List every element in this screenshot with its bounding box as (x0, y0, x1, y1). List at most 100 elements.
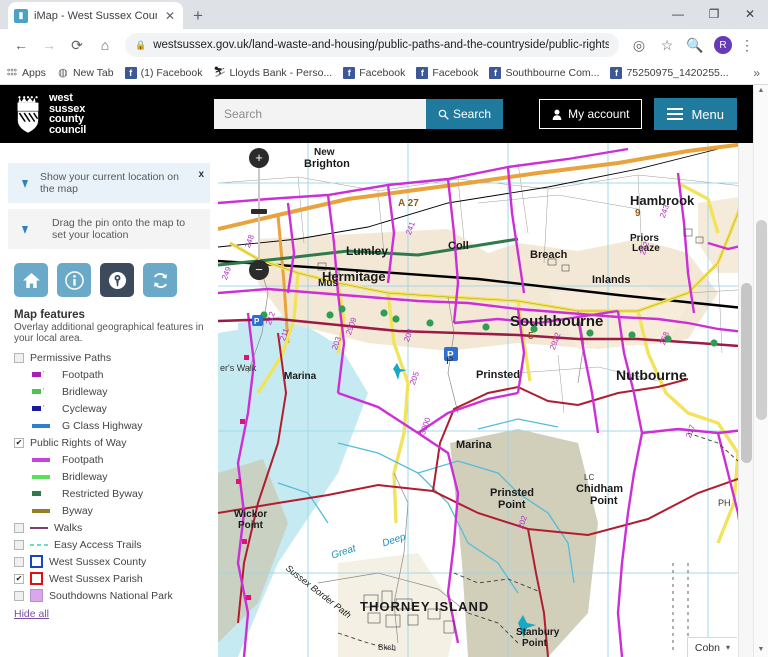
bookmark-lloyds[interactable]: ⛷ Lloyds Bank - Perso... (213, 67, 332, 79)
layer-checkbox[interactable] (14, 590, 24, 601)
user-icon (552, 109, 562, 120)
zoom-slider[interactable]: + − (248, 148, 270, 280)
search-input[interactable] (214, 99, 426, 129)
menu-label: Menu (691, 106, 724, 122)
page-scrollbar[interactable]: ▲ ▼ (753, 85, 768, 657)
wscc-logo[interactable]: west sussex county council (12, 93, 132, 135)
layer-west-sussex-parish[interactable]: ✔ West Sussex Parish (14, 570, 210, 587)
scroll-up-arrow-icon[interactable]: ▲ (754, 87, 768, 94)
layer-easy-access-trails[interactable]: Easy Access Trails (14, 536, 210, 553)
profile-avatar[interactable]: R (714, 36, 732, 54)
bookmarks-overflow-icon[interactable]: » (753, 66, 762, 80)
layer-prow-byway[interactable]: Byway (14, 502, 210, 519)
bookmark-new-tab[interactable]: ◍ New Tab (57, 66, 114, 80)
layer-checkbox[interactable] (14, 556, 24, 567)
search-button[interactable]: Search (426, 99, 504, 129)
maximize-button[interactable]: ❐ (696, 0, 732, 29)
info-icon (64, 270, 84, 290)
bookmark-photo[interactable]: f 75250975_1420255... (610, 66, 729, 79)
bookmark-label: Southbourne Com... (505, 66, 600, 79)
refresh-icon (153, 272, 167, 288)
layer-southdowns-national-park[interactable]: Southdowns National Park (14, 587, 210, 604)
location-pin-button[interactable] (100, 263, 134, 297)
layer-prow-bridleway[interactable]: Bridleway (14, 468, 210, 485)
tab-title: iMap - West Sussex County Coun (34, 9, 157, 22)
bookmark-label: New Tab (72, 66, 114, 79)
layer-permissive-footpath[interactable]: ' Footpath (14, 366, 210, 383)
logo-line-4: council (49, 123, 87, 136)
bookmark-southbourne[interactable]: f Southbourne Com... (489, 66, 600, 79)
browser-menu-icon[interactable]: ⋮ (734, 32, 760, 58)
facebook-icon: f (343, 66, 356, 79)
bookmark-facebook-3[interactable]: f Facebook (416, 66, 478, 79)
reload-icon[interactable]: ⟳ (64, 32, 90, 58)
wscc-logo-text: west sussex county council (49, 93, 87, 136)
scroll-down-arrow-icon[interactable]: ▼ (754, 642, 768, 657)
map-viewport[interactable]: P P New Brighton Hambrook Priors Leaze L… (218, 143, 753, 657)
close-tab-icon[interactable]: ✕ (163, 9, 177, 23)
my-account-button[interactable]: My account (539, 99, 643, 129)
zoom-search-icon[interactable]: 🔍 (682, 32, 708, 58)
map-corner-selector[interactable]: Cobn ▾ (686, 637, 737, 657)
layer-checkbox[interactable] (14, 539, 24, 550)
layer-walks[interactable]: Walks (14, 519, 210, 536)
map-scrollbar[interactable] (738, 143, 753, 657)
globe-icon: ◍ (58, 67, 68, 79)
header-right: My account Menu (539, 98, 741, 130)
layer-swatch (32, 423, 56, 428)
page-scrollbar-thumb[interactable] (756, 220, 767, 420)
zoom-track[interactable] (258, 160, 260, 270)
layer-checkbox[interactable]: ✔ (14, 573, 24, 584)
layer-permissive-paths[interactable]: Permissive Paths (14, 349, 210, 366)
svg-text:P: P (254, 317, 260, 326)
imap-body: Show your current location on the map x … (0, 143, 753, 657)
layer-label: Cycleway (62, 402, 107, 415)
home-button[interactable] (14, 263, 48, 297)
zoom-in-button[interactable]: + (249, 148, 269, 168)
layer-label: Restricted Byway (62, 487, 144, 500)
bookmark-facebook-1[interactable]: f (1) Facebook (124, 66, 202, 79)
zoom-out-button[interactable]: − (249, 260, 269, 280)
refresh-button[interactable] (143, 263, 177, 297)
hamburger-icon (667, 107, 684, 121)
menu-button[interactable]: Menu (654, 98, 737, 130)
facebook-icon: f (416, 66, 429, 79)
layer-checkbox[interactable] (14, 522, 24, 533)
lloyds-horse-icon: ⛷ (213, 67, 226, 78)
zoom-handle[interactable] (251, 209, 267, 214)
minimize-button[interactable]: — (660, 0, 696, 29)
layer-checkbox[interactable]: ✔ (14, 437, 24, 448)
current-location-notice[interactable]: Show your current location on the map x (8, 163, 210, 203)
address-bar[interactable]: 🔒 westsussex.gov.uk/land-waste-and-housi… (125, 33, 619, 57)
close-window-button[interactable]: ✕ (732, 0, 768, 29)
map-canvas[interactable]: P P (218, 143, 753, 657)
layer-g-class-highway[interactable]: G Class Highway (14, 417, 210, 434)
forward-icon[interactable]: → (36, 32, 62, 58)
hide-all-link[interactable]: Hide all (14, 608, 49, 620)
site-search: Search (214, 99, 504, 129)
svg-text:P: P (447, 350, 454, 361)
browser-tab[interactable]: ▮ iMap - West Sussex County Coun ✕ (8, 2, 183, 29)
facebook-icon: f (489, 66, 502, 79)
map-pin-icon (18, 171, 32, 189)
layer-prow-footpath[interactable]: Footpath (14, 451, 210, 468)
layer-west-sussex-county[interactable]: West Sussex County (14, 553, 210, 570)
map-scrollbar-thumb[interactable] (741, 283, 752, 463)
new-tab-button[interactable]: + (193, 6, 203, 26)
bookmark-star-icon[interactable]: ☆ (654, 32, 680, 58)
layer-permissive-cycleway[interactable]: ' Cycleway (14, 400, 210, 417)
location-icon[interactable]: ◎ (626, 32, 652, 58)
back-icon[interactable]: ← (8, 32, 34, 58)
bookmark-apps[interactable]: ⦂⦂⦂ Apps (6, 66, 46, 79)
info-button[interactable] (57, 263, 91, 297)
window-controls: — ❐ ✕ (660, 0, 768, 29)
layer-permissive-bridleway[interactable]: ' Bridleway (14, 383, 210, 400)
bookmark-facebook-2[interactable]: f Facebook (343, 66, 405, 79)
layer-checkbox[interactable] (14, 352, 24, 363)
home-icon[interactable]: ⌂ (92, 32, 118, 58)
chevron-down-icon[interactable]: ▾ (726, 643, 730, 652)
layer-public-rights-of-way[interactable]: ✔ Public Rights of Way (14, 434, 210, 451)
close-notice-icon[interactable]: x (198, 169, 204, 180)
layer-prow-restricted-byway[interactable]: Restricted Byway (14, 485, 210, 502)
layer-label: Permissive Paths (30, 351, 112, 364)
